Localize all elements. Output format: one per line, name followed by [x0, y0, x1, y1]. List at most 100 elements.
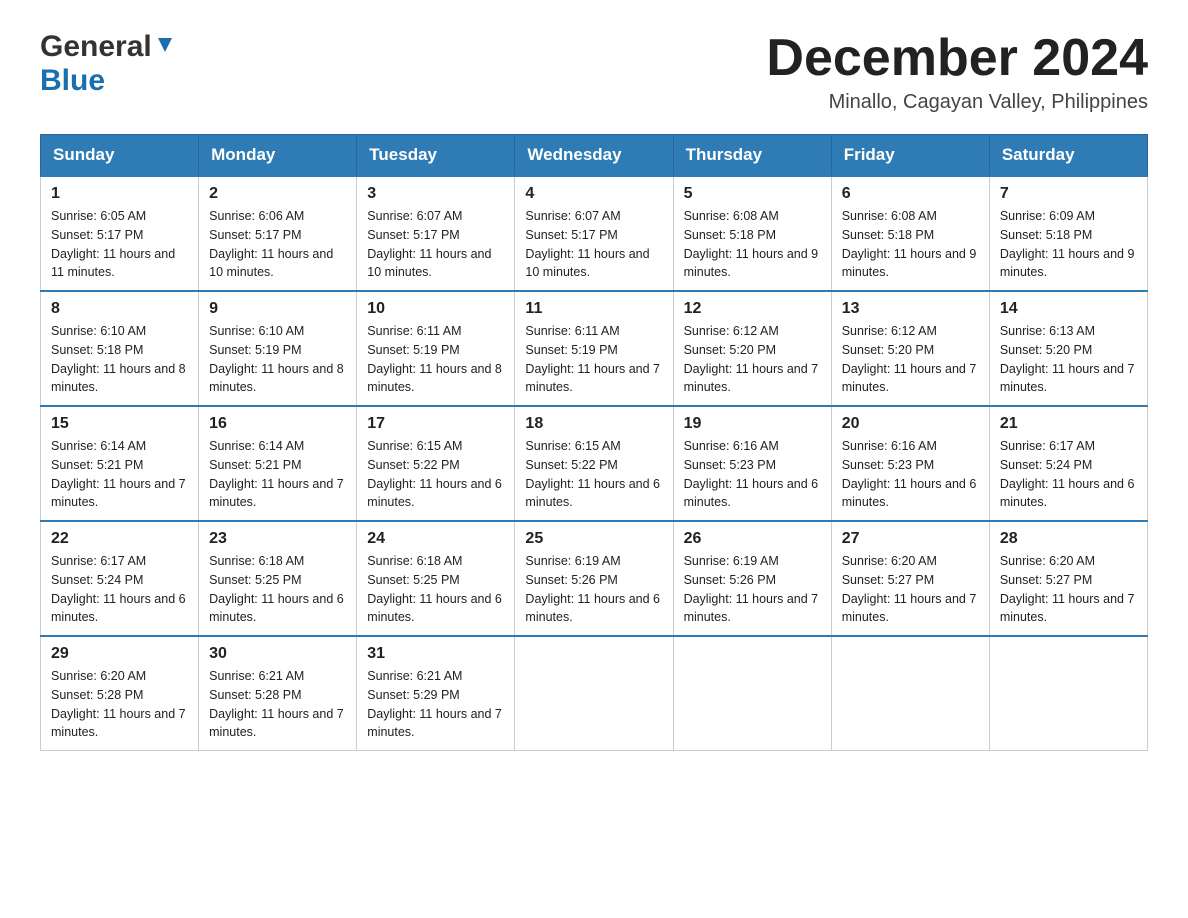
day-info: Sunrise: 6:20 AMSunset: 5:28 PMDaylight:…: [51, 669, 186, 739]
day-info: Sunrise: 6:16 AMSunset: 5:23 PMDaylight:…: [684, 439, 819, 509]
day-number: 3: [367, 185, 504, 203]
calendar-cell: [515, 636, 673, 751]
calendar-header: SundayMondayTuesdayWednesdayThursdayFrid…: [41, 135, 1148, 177]
day-number: 11: [525, 300, 662, 318]
calendar-cell: 25 Sunrise: 6:19 AMSunset: 5:26 PMDaylig…: [515, 521, 673, 636]
calendar-cell: 20 Sunrise: 6:16 AMSunset: 5:23 PMDaylig…: [831, 406, 989, 521]
day-info: Sunrise: 6:09 AMSunset: 5:18 PMDaylight:…: [1000, 209, 1135, 279]
weekday-header-row: SundayMondayTuesdayWednesdayThursdayFrid…: [41, 135, 1148, 177]
calendar-cell: 7 Sunrise: 6:09 AMSunset: 5:18 PMDayligh…: [989, 176, 1147, 291]
calendar-week-row-1: 1 Sunrise: 6:05 AMSunset: 5:17 PMDayligh…: [41, 176, 1148, 291]
day-info: Sunrise: 6:19 AMSunset: 5:26 PMDaylight:…: [525, 554, 660, 624]
title-area: December 2024 Minallo, Cagayan Valley, P…: [766, 30, 1148, 114]
day-info: Sunrise: 6:20 AMSunset: 5:27 PMDaylight:…: [842, 554, 977, 624]
calendar-cell: 31 Sunrise: 6:21 AMSunset: 5:29 PMDaylig…: [357, 636, 515, 751]
weekday-header-wednesday: Wednesday: [515, 135, 673, 177]
calendar-cell: 12 Sunrise: 6:12 AMSunset: 5:20 PMDaylig…: [673, 291, 831, 406]
day-number: 16: [209, 415, 346, 433]
calendar-cell: 11 Sunrise: 6:11 AMSunset: 5:19 PMDaylig…: [515, 291, 673, 406]
day-number: 26: [684, 530, 821, 548]
day-info: Sunrise: 6:05 AMSunset: 5:17 PMDaylight:…: [51, 209, 175, 279]
day-info: Sunrise: 6:07 AMSunset: 5:17 PMDaylight:…: [367, 209, 491, 279]
day-number: 19: [684, 415, 821, 433]
day-info: Sunrise: 6:12 AMSunset: 5:20 PMDaylight:…: [842, 324, 977, 394]
calendar-week-row-4: 22 Sunrise: 6:17 AMSunset: 5:24 PMDaylig…: [41, 521, 1148, 636]
calendar-cell: 19 Sunrise: 6:16 AMSunset: 5:23 PMDaylig…: [673, 406, 831, 521]
logo: General Blue: [40, 30, 176, 98]
day-info: Sunrise: 6:11 AMSunset: 5:19 PMDaylight:…: [367, 324, 502, 394]
day-number: 5: [684, 185, 821, 203]
day-number: 28: [1000, 530, 1137, 548]
day-info: Sunrise: 6:14 AMSunset: 5:21 PMDaylight:…: [51, 439, 186, 509]
day-number: 23: [209, 530, 346, 548]
calendar-cell: [831, 636, 989, 751]
weekday-header-monday: Monday: [199, 135, 357, 177]
day-info: Sunrise: 6:16 AMSunset: 5:23 PMDaylight:…: [842, 439, 977, 509]
day-info: Sunrise: 6:07 AMSunset: 5:17 PMDaylight:…: [525, 209, 649, 279]
day-number: 29: [51, 645, 188, 663]
day-number: 12: [684, 300, 821, 318]
calendar-cell: 29 Sunrise: 6:20 AMSunset: 5:28 PMDaylig…: [41, 636, 199, 751]
day-number: 2: [209, 185, 346, 203]
day-info: Sunrise: 6:20 AMSunset: 5:27 PMDaylight:…: [1000, 554, 1135, 624]
weekday-header-friday: Friday: [831, 135, 989, 177]
day-info: Sunrise: 6:15 AMSunset: 5:22 PMDaylight:…: [525, 439, 660, 509]
weekday-header-sunday: Sunday: [41, 135, 199, 177]
day-info: Sunrise: 6:18 AMSunset: 5:25 PMDaylight:…: [367, 554, 502, 624]
location-subtitle: Minallo, Cagayan Valley, Philippines: [766, 91, 1148, 114]
weekday-header-saturday: Saturday: [989, 135, 1147, 177]
calendar-cell: 27 Sunrise: 6:20 AMSunset: 5:27 PMDaylig…: [831, 521, 989, 636]
day-number: 1: [51, 185, 188, 203]
day-number: 18: [525, 415, 662, 433]
day-number: 30: [209, 645, 346, 663]
day-info: Sunrise: 6:12 AMSunset: 5:20 PMDaylight:…: [684, 324, 819, 394]
calendar-cell: 26 Sunrise: 6:19 AMSunset: 5:26 PMDaylig…: [673, 521, 831, 636]
day-info: Sunrise: 6:18 AMSunset: 5:25 PMDaylight:…: [209, 554, 344, 624]
calendar-week-row-2: 8 Sunrise: 6:10 AMSunset: 5:18 PMDayligh…: [41, 291, 1148, 406]
day-info: Sunrise: 6:13 AMSunset: 5:20 PMDaylight:…: [1000, 324, 1135, 394]
calendar-week-row-3: 15 Sunrise: 6:14 AMSunset: 5:21 PMDaylig…: [41, 406, 1148, 521]
day-info: Sunrise: 6:10 AMSunset: 5:18 PMDaylight:…: [51, 324, 186, 394]
calendar-cell: 24 Sunrise: 6:18 AMSunset: 5:25 PMDaylig…: [357, 521, 515, 636]
calendar-cell: 21 Sunrise: 6:17 AMSunset: 5:24 PMDaylig…: [989, 406, 1147, 521]
day-info: Sunrise: 6:08 AMSunset: 5:18 PMDaylight:…: [684, 209, 819, 279]
day-info: Sunrise: 6:19 AMSunset: 5:26 PMDaylight:…: [684, 554, 819, 624]
day-info: Sunrise: 6:17 AMSunset: 5:24 PMDaylight:…: [51, 554, 186, 624]
day-number: 13: [842, 300, 979, 318]
calendar-cell: 16 Sunrise: 6:14 AMSunset: 5:21 PMDaylig…: [199, 406, 357, 521]
calendar-cell: 15 Sunrise: 6:14 AMSunset: 5:21 PMDaylig…: [41, 406, 199, 521]
day-number: 6: [842, 185, 979, 203]
day-info: Sunrise: 6:10 AMSunset: 5:19 PMDaylight:…: [209, 324, 344, 394]
day-info: Sunrise: 6:17 AMSunset: 5:24 PMDaylight:…: [1000, 439, 1135, 509]
calendar-week-row-5: 29 Sunrise: 6:20 AMSunset: 5:28 PMDaylig…: [41, 636, 1148, 751]
calendar-cell: 6 Sunrise: 6:08 AMSunset: 5:18 PMDayligh…: [831, 176, 989, 291]
day-number: 4: [525, 185, 662, 203]
weekday-header-tuesday: Tuesday: [357, 135, 515, 177]
calendar-cell: 2 Sunrise: 6:06 AMSunset: 5:17 PMDayligh…: [199, 176, 357, 291]
calendar-cell: 23 Sunrise: 6:18 AMSunset: 5:25 PMDaylig…: [199, 521, 357, 636]
logo-first-line: General: [40, 30, 176, 64]
calendar-cell: 30 Sunrise: 6:21 AMSunset: 5:28 PMDaylig…: [199, 636, 357, 751]
calendar-cell: 8 Sunrise: 6:10 AMSunset: 5:18 PMDayligh…: [41, 291, 199, 406]
weekday-header-thursday: Thursday: [673, 135, 831, 177]
calendar-body: 1 Sunrise: 6:05 AMSunset: 5:17 PMDayligh…: [41, 176, 1148, 751]
day-number: 31: [367, 645, 504, 663]
day-number: 7: [1000, 185, 1137, 203]
day-number: 17: [367, 415, 504, 433]
month-title: December 2024: [766, 30, 1148, 87]
day-number: 15: [51, 415, 188, 433]
day-number: 22: [51, 530, 188, 548]
day-number: 27: [842, 530, 979, 548]
calendar-cell: 10 Sunrise: 6:11 AMSunset: 5:19 PMDaylig…: [357, 291, 515, 406]
day-info: Sunrise: 6:21 AMSunset: 5:29 PMDaylight:…: [367, 669, 502, 739]
day-info: Sunrise: 6:08 AMSunset: 5:18 PMDaylight:…: [842, 209, 977, 279]
logo-blue-text: Blue: [40, 64, 105, 97]
day-number: 20: [842, 415, 979, 433]
day-info: Sunrise: 6:11 AMSunset: 5:19 PMDaylight:…: [525, 324, 660, 394]
calendar-cell: 1 Sunrise: 6:05 AMSunset: 5:17 PMDayligh…: [41, 176, 199, 291]
calendar-cell: 17 Sunrise: 6:15 AMSunset: 5:22 PMDaylig…: [357, 406, 515, 521]
logo-arrow-icon: [154, 34, 176, 56]
calendar-cell: 18 Sunrise: 6:15 AMSunset: 5:22 PMDaylig…: [515, 406, 673, 521]
calendar-cell: 3 Sunrise: 6:07 AMSunset: 5:17 PMDayligh…: [357, 176, 515, 291]
day-number: 8: [51, 300, 188, 318]
